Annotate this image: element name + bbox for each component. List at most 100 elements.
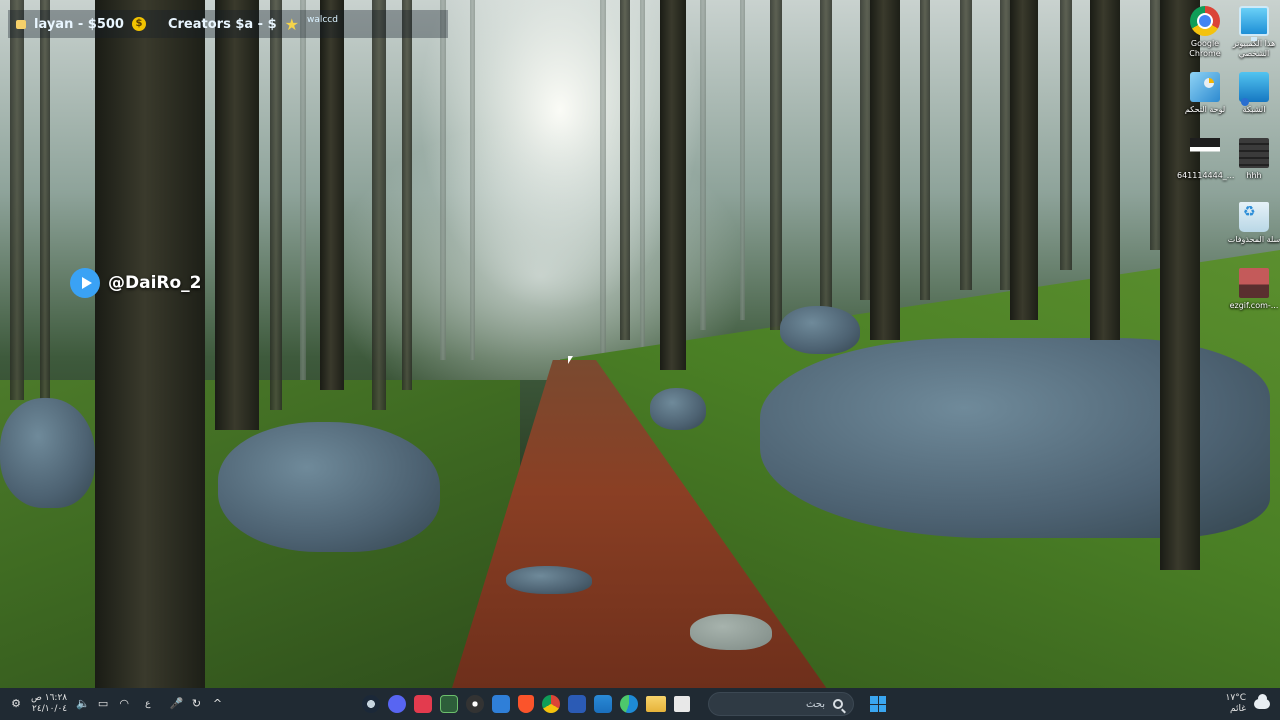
wallpaper-tree xyxy=(300,0,306,380)
ticker-small-text: walccd xyxy=(306,15,338,25)
file-explorer-icon[interactable] xyxy=(646,696,666,712)
wallpaper-tree xyxy=(215,0,259,430)
steam-icon[interactable] xyxy=(362,695,380,713)
wallpaper-tree xyxy=(820,0,832,310)
start-button[interactable] xyxy=(870,696,886,712)
desktop-icon-chrome[interactable]: Google Chrome xyxy=(1177,6,1233,59)
weather-text: ١٧°C غائم xyxy=(1226,693,1246,715)
wallpaper-tree xyxy=(700,0,706,330)
desktop-icon-hhh[interactable]: hhh xyxy=(1226,138,1280,181)
search-icon xyxy=(833,699,843,709)
file-icon xyxy=(1190,138,1220,168)
play-icon xyxy=(70,268,100,298)
desktop-icon-label: hhh xyxy=(1246,171,1262,180)
gif-file-icon xyxy=(1239,268,1269,298)
xbox-icon[interactable] xyxy=(440,695,458,713)
mouse-cursor-icon xyxy=(568,356,573,364)
desktop-icon-control-panel[interactable]: لوحة التحكم xyxy=(1177,72,1233,115)
wallpaper-tree xyxy=(1090,0,1120,340)
taskbar: ⚙ ١٦:٢٨ ص ٢٤/١٠/٠٤ 🔈 ▭ ◠ ع 🎤 ↻ ^ بحث ١٧°… xyxy=(0,688,1280,720)
wallpaper-tree xyxy=(10,0,24,400)
cloud-icon xyxy=(1254,694,1270,709)
store-icon[interactable] xyxy=(594,695,612,713)
desktop-wallpaper xyxy=(0,0,1280,688)
mail-icon[interactable] xyxy=(492,695,510,713)
obs-icon[interactable] xyxy=(466,695,484,713)
wallpaper-tree xyxy=(640,0,645,350)
computer-icon xyxy=(1239,6,1269,41)
wallpaper-tree xyxy=(440,0,446,360)
clock-date: ٢٤/١٠/٠٤ xyxy=(32,704,68,714)
desktop-icon-label: ezgif.com-... xyxy=(1229,301,1279,310)
weather-temp: ١٧°C xyxy=(1225,693,1246,703)
sync-icon[interactable]: ↻ xyxy=(191,698,203,710)
wallpaper-tree xyxy=(372,0,386,410)
desktop-icon-label: لوحة التحكم xyxy=(1184,105,1226,114)
clock[interactable]: ١٦:٢٨ ص ٢٤/١٠/٠٤ xyxy=(31,693,67,715)
wallpaper-tree xyxy=(95,0,205,688)
dollar-coin-icon: $ xyxy=(131,17,146,31)
wallpaper-tree xyxy=(600,0,606,360)
wallpaper-rock xyxy=(780,306,860,354)
ticker-left-text: layan - $500 xyxy=(34,16,124,32)
network-icon xyxy=(1239,72,1269,106)
recycle-bin-icon xyxy=(1239,202,1269,232)
brave-icon[interactable] xyxy=(518,695,534,713)
display-icon[interactable]: ▭ xyxy=(97,698,109,710)
handle-text: @DaiRo_2 xyxy=(108,273,202,293)
clock-time: ١٦:٢٨ ص xyxy=(31,693,68,703)
settings-icon[interactable]: ⚙ xyxy=(10,698,22,710)
desktop-icon-recycle-bin[interactable]: سلة المحذوفات xyxy=(1226,202,1280,245)
desktop-icon-label: سلة المحذوفات xyxy=(1227,235,1280,244)
file-icon xyxy=(1239,138,1269,168)
desktop-icon-this-pc[interactable]: هذا الكمبيوتر الشخصي xyxy=(1226,6,1280,59)
desktop-icon-file[interactable]: 641114444_... xyxy=(1177,138,1234,181)
wallpaper-tree xyxy=(770,0,782,330)
desktop-icon-label: هذا الكمبيوتر الشخصي xyxy=(1232,39,1276,58)
wallpaper-tree xyxy=(1010,0,1038,320)
edge-icon[interactable] xyxy=(620,695,638,713)
wallpaper-tree xyxy=(740,0,745,320)
volume-icon[interactable]: 🔈 xyxy=(76,698,90,710)
badge-icon xyxy=(16,19,26,29)
wallpaper-tree xyxy=(660,0,686,370)
app-r-icon[interactable] xyxy=(414,695,432,713)
wallpaper-tree xyxy=(620,0,630,340)
desktop-icon-network[interactable]: الشبكة xyxy=(1226,72,1280,115)
ticker-right-text: Creators $a - $ xyxy=(167,16,277,32)
chevron-up-icon[interactable]: ^ xyxy=(212,698,224,710)
desktop-icon-label: Google Chrome xyxy=(1189,39,1221,58)
word-icon[interactable] xyxy=(568,695,586,713)
wallpaper-rock xyxy=(690,614,772,650)
control-panel-icon xyxy=(1190,72,1220,102)
donation-ticker: layan - $500 $ Creators $a - $ ★ walccd xyxy=(8,10,448,38)
wallpaper-tree xyxy=(1060,0,1072,270)
wallpaper-tree xyxy=(270,0,282,410)
desktop-icon-label: الشبكة xyxy=(1242,105,1266,114)
weather-widget[interactable]: ١٧°C غائم xyxy=(1226,688,1270,720)
notes-icon[interactable] xyxy=(674,696,690,712)
wallpaper-rock xyxy=(650,388,706,430)
wallpaper-tree xyxy=(320,0,344,390)
wifi-icon[interactable]: ◠ xyxy=(118,698,130,710)
wallpaper-tree xyxy=(470,0,475,360)
system-tray: ⚙ ١٦:٢٨ ص ٢٤/١٠/٠٤ 🔈 ▭ ◠ ع 🎤 ↻ ^ xyxy=(10,688,224,720)
search-input[interactable]: بحث xyxy=(708,692,854,716)
search-placeholder: بحث xyxy=(805,698,825,710)
star-icon: ★ xyxy=(284,14,299,34)
wallpaper-tree xyxy=(960,0,972,290)
desktop-icon-ezgif[interactable]: ezgif.com-... xyxy=(1226,268,1280,311)
weather-condition: غائم xyxy=(1230,704,1246,714)
streamer-handle: @DaiRo_2 xyxy=(70,268,202,298)
wallpaper-tree xyxy=(402,0,412,390)
microphone-icon[interactable]: 🎤 xyxy=(170,698,184,710)
chrome-icon xyxy=(1190,6,1220,36)
language-indicator[interactable]: ع xyxy=(145,699,150,709)
wallpaper-tree xyxy=(920,0,930,300)
wallpaper-rock xyxy=(506,566,592,594)
discord-icon[interactable] xyxy=(388,695,406,713)
chrome-icon[interactable] xyxy=(542,695,560,713)
wallpaper-tree xyxy=(40,0,50,400)
wallpaper-rock xyxy=(0,398,95,508)
taskbar-apps: بحث xyxy=(362,688,886,720)
